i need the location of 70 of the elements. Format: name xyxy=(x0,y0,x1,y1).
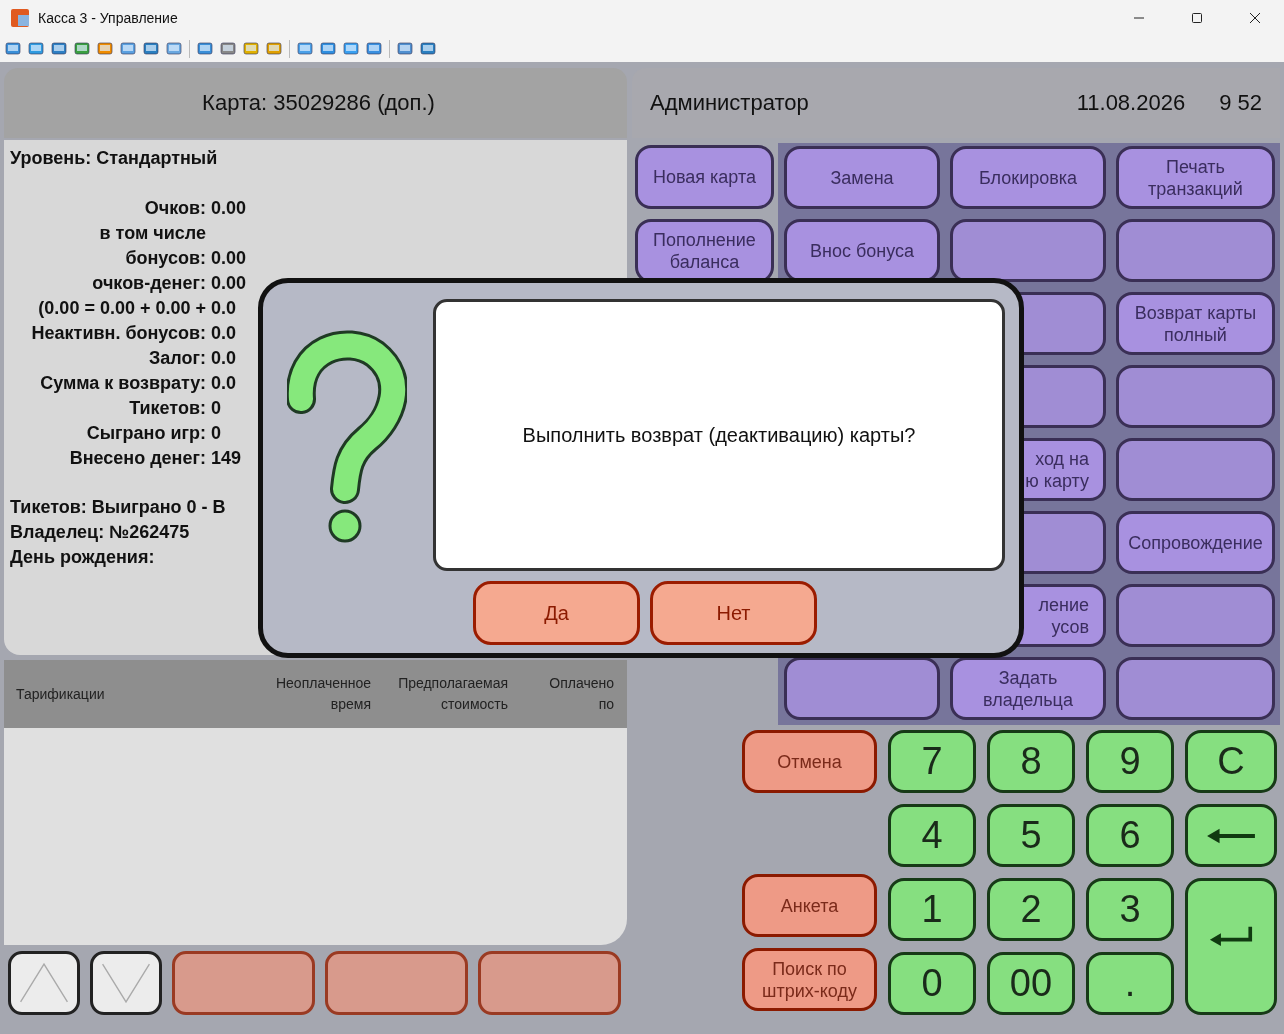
stat-label: очков-денег: xyxy=(91,272,206,295)
action-button[interactable]: Поиск по штрих-коду xyxy=(742,948,877,1011)
dialog-button[interactable]: Да xyxy=(473,581,640,645)
keypad-key[interactable]: 9 xyxy=(1086,730,1174,793)
keypad-key[interactable]: 3 xyxy=(1086,878,1174,941)
card-title: Карта: 35029286 (доп.) xyxy=(202,90,435,116)
enter-key[interactable] xyxy=(1185,878,1277,1015)
keypad-key[interactable]: 7 xyxy=(888,730,976,793)
menu-button[interactable]: Печать транзакций xyxy=(1116,146,1275,209)
menu-button[interactable]: Блокировка xyxy=(950,146,1106,209)
date-text: 11.08.2026 xyxy=(1076,90,1186,116)
stat-label: Очков: xyxy=(143,197,206,220)
stat-value: 0.00 xyxy=(211,273,247,293)
stat-value: 0.0 xyxy=(211,373,237,393)
stat-label: бонусов: xyxy=(124,247,206,270)
action-button[interactable]: Анкета xyxy=(742,874,877,937)
menu-button[interactable]: Задать владельца xyxy=(950,657,1106,720)
detail-text: День рождения: xyxy=(10,546,156,569)
app-icon xyxy=(10,7,30,28)
user-name: Администратор xyxy=(650,90,809,116)
stat-label: Тикетов: xyxy=(128,397,206,420)
keypad-key[interactable]: 0 xyxy=(888,952,976,1015)
stat-value: 0.0 xyxy=(211,323,237,343)
keypad-key[interactable]: 8 xyxy=(987,730,1075,793)
monitor-icon[interactable] xyxy=(28,40,44,57)
scroll-down-button[interactable] xyxy=(90,951,162,1015)
backspace-key[interactable] xyxy=(1185,804,1277,867)
maximize-icon[interactable] xyxy=(1191,11,1203,24)
keypad-key[interactable]: 4 xyxy=(888,804,976,867)
keypad-key[interactable]: 5 xyxy=(987,804,1075,867)
time-text: 9 52 xyxy=(1219,90,1262,116)
window-icon[interactable] xyxy=(297,40,313,57)
stat-label: в том числе xyxy=(98,222,206,245)
keypad-key[interactable]: 6 xyxy=(1086,804,1174,867)
detail-text: Владелец: №262475 xyxy=(10,521,191,544)
window-title: Касса 3 - Управление xyxy=(38,9,178,26)
close-icon[interactable] xyxy=(1249,11,1261,24)
column-header: Тарификации xyxy=(16,684,106,704)
stat-label: (0.00 = 0.00 + 0.00 + xyxy=(37,297,206,320)
keypad-key[interactable]: C xyxy=(1185,730,1277,793)
menu-button[interactable]: Возврат карты полный xyxy=(1116,292,1275,355)
stat-label: Сумма к возврату: xyxy=(39,372,206,395)
dialog-button[interactable]: Нет xyxy=(650,581,817,645)
menu-button[interactable]: Замена xyxy=(784,146,940,209)
scroll-up-button[interactable] xyxy=(8,951,80,1015)
detail-text: Тикетов: Выиграно 0 - В xyxy=(10,496,227,519)
column-header: Неоплаченное время xyxy=(274,674,371,714)
action-button[interactable]: Отмена xyxy=(742,730,877,793)
stat-value: 0.0 xyxy=(211,348,237,368)
keypad-key[interactable]: 1 xyxy=(888,878,976,941)
stat-value: 0.00 xyxy=(211,198,247,218)
column-header: Предполагаемая стоимость xyxy=(397,674,508,714)
stat-value: 149 xyxy=(211,448,242,468)
stat-label: Неактивн. бонусов: xyxy=(30,322,206,345)
stat-value: 0.0 xyxy=(211,298,237,318)
stat-value: 0 xyxy=(211,398,221,418)
column-header: Оплачено по xyxy=(548,674,614,714)
dialog-message: Выполнить возврат (деактивацию) карты? xyxy=(522,423,916,447)
keypad-key[interactable]: . xyxy=(1086,952,1174,1015)
stat-label: Залог: xyxy=(148,347,206,370)
keypad-key[interactable]: 2 xyxy=(987,878,1075,941)
stat-value: 0 xyxy=(211,423,221,443)
stat-label: Сыграно игр: xyxy=(85,422,206,445)
level-text: Уровень: Стандартный xyxy=(10,147,219,170)
menu-button[interactable]: Новая карта xyxy=(635,145,774,209)
menu-button[interactable]: Сопровождение xyxy=(1116,511,1275,574)
stat-value: 0.00 xyxy=(211,248,247,268)
stat-label: Внесено денег: xyxy=(68,447,206,470)
monitor-icon[interactable] xyxy=(5,40,21,57)
keypad-key[interactable]: 00 xyxy=(987,952,1075,1015)
